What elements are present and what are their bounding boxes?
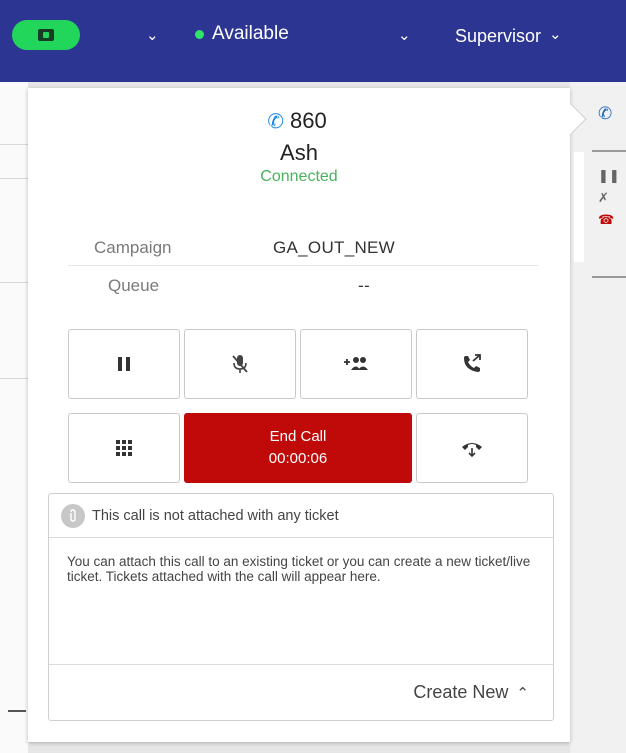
status-dot-icon (195, 29, 204, 39)
campaign-row: Campaign GA_OUT_NEW (68, 230, 538, 266)
dialpad-icon (116, 440, 132, 456)
ticket-attachment-box: This call is not attached with any ticke… (48, 493, 554, 721)
agent-state-icon (38, 29, 54, 41)
chevron-up-icon: ⌃ (516, 684, 529, 702)
availability-label: Available (212, 23, 289, 44)
campaign-value: GA_OUT_NEW (273, 238, 396, 257)
phone-call-icon[interactable]: ✆ (598, 104, 612, 124)
caller-number-row: ✆ 860 (24, 108, 570, 134)
queue-label: Queue (108, 276, 160, 295)
call-timer: 00:00:06 (268, 450, 328, 467)
role-label: Supervisor (455, 26, 542, 46)
add-participant-button[interactable] (300, 329, 412, 399)
divider (592, 150, 626, 152)
scrollbar[interactable] (574, 152, 584, 262)
chevron-down-icon: ⌄ (549, 25, 562, 43)
divider (0, 178, 28, 179)
mic-off-icon (232, 355, 248, 373)
top-bar: ⌄ Available ⌄ Supervisor ⌄ (0, 0, 626, 82)
divider (0, 282, 28, 283)
ticket-status-text: This call is not attached with any ticke… (92, 507, 339, 524)
hangup-icon[interactable]: ☎ (598, 212, 614, 228)
ticket-description: You can attach this call to an existing … (67, 554, 531, 584)
end-call-label: End Call (269, 428, 327, 445)
campaign-label: Campaign (94, 238, 172, 257)
divider (0, 378, 28, 379)
ticket-header: This call is not attached with any ticke… (49, 494, 553, 538)
background-right-pane: ✆ ❚❚ ✗ ☎ (570, 82, 626, 753)
add-participant-icon (344, 357, 368, 370)
divider (8, 710, 26, 712)
caller-info: ✆ 860 Ash Connected (28, 108, 570, 186)
background-left-pane (0, 82, 28, 753)
chevron-down-icon[interactable]: ⌄ (146, 26, 159, 44)
pause-icon (118, 357, 130, 371)
availability-selector[interactable]: Available (195, 23, 289, 45)
divider (592, 276, 626, 278)
dialpad-button[interactable] (68, 413, 180, 483)
phone-icon: ✆ (267, 110, 285, 133)
pause-icon[interactable]: ❚❚ (598, 168, 620, 184)
hangup-options-button[interactable] (416, 413, 528, 483)
transfer-button[interactable] (416, 329, 528, 399)
queue-row: Queue -- (68, 268, 538, 304)
create-new-label: Create New (413, 682, 509, 702)
mute-button[interactable] (184, 329, 296, 399)
caller-name: Ash (280, 140, 318, 165)
role-selector[interactable]: Supervisor ⌄ (455, 26, 562, 47)
agent-status-toggle[interactable] (12, 20, 80, 50)
mic-off-icon[interactable]: ✗ (598, 190, 609, 206)
end-call-button[interactable]: End Call 00:00:06 (184, 413, 412, 483)
create-new-ticket-button[interactable]: Create New ⌃ (49, 664, 553, 720)
call-state: Connected (260, 168, 338, 185)
call-panel: ✆ 860 Ash Connected Campaign GA_OUT_NEW … (28, 88, 587, 742)
hold-button[interactable] (68, 329, 180, 399)
call-transfer-icon (464, 354, 481, 372)
hangup-icon (462, 443, 482, 458)
paperclip-icon (61, 503, 85, 528)
caller-number: 860 (290, 108, 327, 133)
chevron-down-icon[interactable]: ⌄ (398, 26, 411, 44)
queue-value: -- (358, 276, 370, 295)
divider (0, 144, 28, 145)
